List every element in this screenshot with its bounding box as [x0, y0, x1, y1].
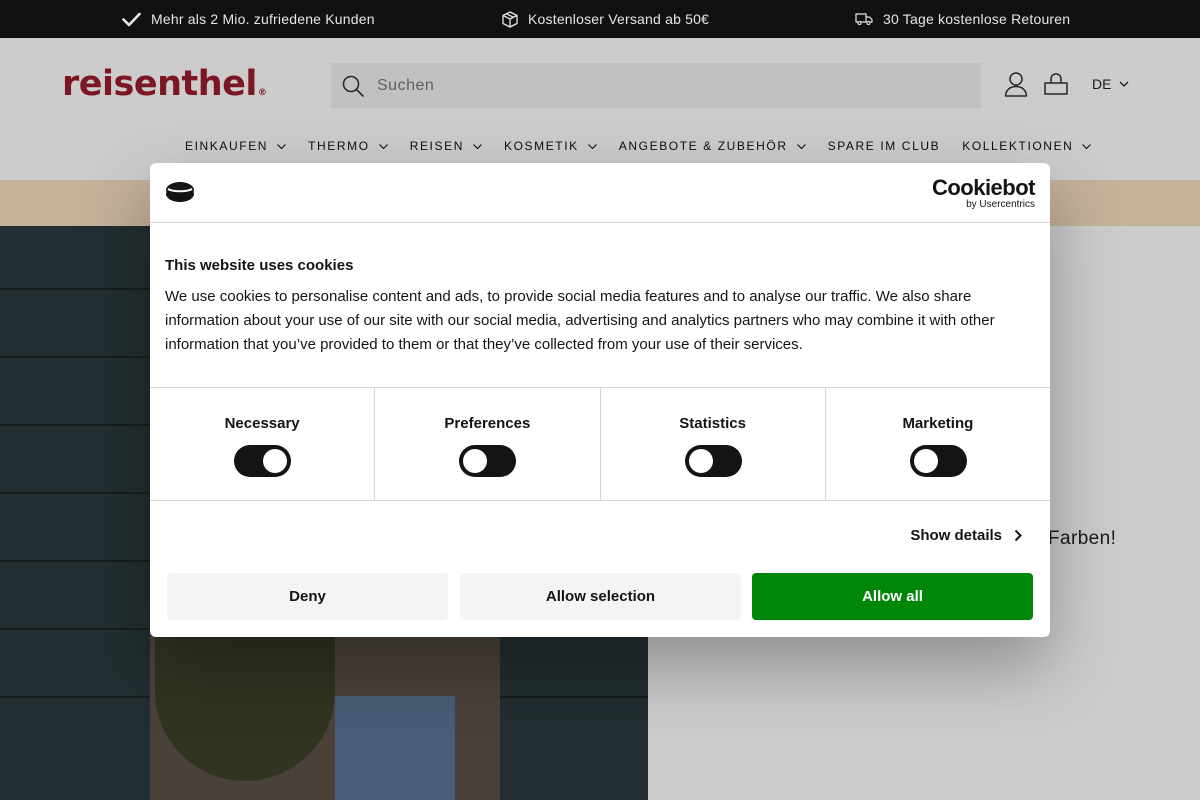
dialog-title: This website uses cookies — [165, 257, 354, 274]
package-icon — [502, 10, 518, 28]
show-details-label: Show details — [910, 527, 1002, 544]
announcement-item: Kostenloser Versand ab 50€ — [502, 0, 709, 38]
consent-label: Preferences — [444, 415, 531, 432]
show-details-link[interactable]: Show details — [910, 527, 1022, 544]
announcement-item: 30 Tage kostenlose Retouren — [855, 0, 1070, 38]
announcement-item: Mehr als 2 Mio. zufriedene Kunden — [122, 0, 375, 38]
dialog-body: We use cookies to personalise content an… — [165, 288, 995, 353]
preferences-toggle[interactable] — [459, 445, 517, 477]
cookiebot-byline: by Usercentrics — [966, 199, 1035, 210]
truck-icon — [855, 13, 873, 25]
cookie-logo-icon — [166, 182, 194, 202]
consent-label: Necessary — [224, 415, 300, 432]
allow-all-button[interactable]: Allow all — [752, 573, 1033, 620]
toggle-knob — [463, 449, 488, 473]
consent-preferences: Preferences — [375, 388, 601, 500]
statistics-toggle[interactable] — [684, 445, 742, 477]
consent-label: Marketing — [902, 415, 974, 432]
marketing-toggle[interactable] — [909, 445, 967, 477]
announcement-text: Kostenloser Versand ab 50€ — [528, 11, 710, 27]
consent-marketing: Marketing — [826, 388, 1050, 500]
consent-label: Statistics — [679, 415, 746, 432]
chevron-right-icon — [1014, 529, 1022, 542]
deny-button[interactable]: Deny — [167, 573, 448, 620]
consent-categories: Necessary Preferences Statistics Marketi… — [150, 387, 1050, 501]
announcement-bar: Mehr als 2 Mio. zufriedene Kunden Kosten… — [0, 0, 1200, 38]
cookie-consent-dialog: Cookiebot by Usercentrics This website u… — [150, 163, 1050, 637]
toggle-knob — [913, 449, 938, 473]
consent-necessary: Necessary — [150, 388, 376, 500]
allow-selection-button[interactable]: Allow selection — [460, 573, 741, 620]
toggle-knob — [688, 449, 713, 473]
dialog-header: Cookiebot by Usercentrics — [150, 163, 1050, 223]
checkmark-icon — [122, 12, 141, 26]
consent-statistics: Statistics — [601, 388, 826, 500]
cookiebot-logo[interactable]: Cookiebot by Usercentrics — [931, 175, 1036, 210]
necessary-toggle[interactable] — [234, 445, 292, 477]
announcement-text: 30 Tage kostenlose Retouren — [883, 11, 1071, 27]
toggle-knob — [263, 449, 288, 473]
announcement-text: Mehr als 2 Mio. zufriedene Kunden — [151, 11, 375, 27]
cookiebot-name: Cookiebot — [931, 175, 1036, 200]
